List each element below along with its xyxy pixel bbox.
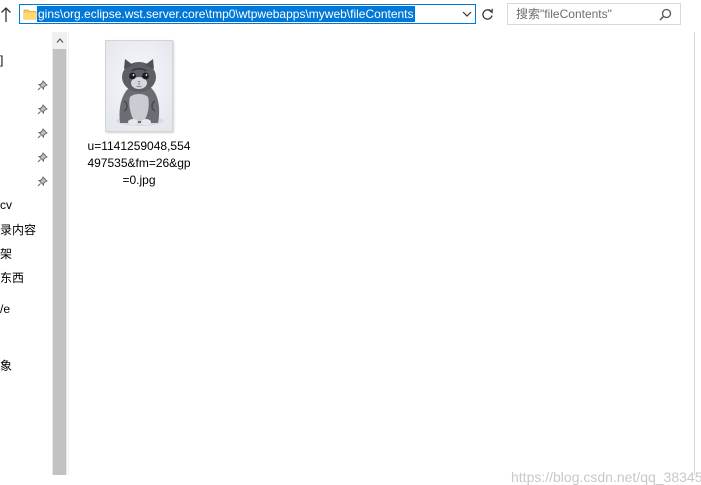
window-edge: [694, 32, 695, 475]
navigation-pane: ] cv 录内容 架 东西 /e 象: [0, 32, 52, 475]
file-item[interactable]: u=1141259048,554497535&fm=26&gp=0.jpg: [87, 40, 191, 189]
search-box[interactable]: [507, 3, 681, 25]
nav-item[interactable]: 东西: [0, 269, 24, 286]
address-path-text[interactable]: gins\org.eclipse.wst.server.core\tmp0\wt…: [37, 6, 415, 22]
nav-item[interactable]: 象: [0, 357, 12, 374]
nav-item[interactable]: 架: [0, 245, 12, 262]
folder-icon: [23, 9, 37, 20]
file-name[interactable]: u=1141259048,554497535&fm=26&gp=0.jpg: [87, 138, 191, 189]
nav-scrollbar[interactable]: [52, 32, 67, 475]
nav-item[interactable]: /e: [0, 302, 10, 316]
address-dropdown-button[interactable]: [458, 5, 475, 23]
file-list-pane: u=1141259048,554497535&fm=26&gp=0.jpg ht…: [69, 32, 701, 485]
nav-item[interactable]: cv: [0, 198, 12, 212]
scroll-up-button[interactable]: [52, 32, 67, 49]
pin-icon[interactable]: [37, 104, 48, 115]
chevron-up-icon: [56, 38, 63, 43]
scroll-thumb[interactable]: [53, 49, 66, 475]
nav-item[interactable]: ]: [0, 53, 3, 67]
refresh-button[interactable]: [478, 5, 496, 23]
kitten-image-thumbnail: [105, 40, 173, 132]
chevron-down-icon: [462, 11, 471, 17]
nav-item[interactable]: 录内容: [0, 221, 36, 238]
address-bar[interactable]: gins\org.eclipse.wst.server.core\tmp0\wt…: [19, 4, 476, 24]
search-input[interactable]: [508, 4, 658, 24]
watermark: https://blog.csdn.net/qq_38345598: [511, 469, 701, 485]
search-icon[interactable]: [659, 8, 672, 21]
pin-icon[interactable]: [37, 128, 48, 139]
up-arrow-icon[interactable]: [0, 6, 12, 24]
pin-icon[interactable]: [37, 152, 48, 163]
pin-icon[interactable]: [37, 176, 48, 187]
refresh-icon: [481, 8, 493, 20]
pin-icon[interactable]: [37, 80, 48, 91]
